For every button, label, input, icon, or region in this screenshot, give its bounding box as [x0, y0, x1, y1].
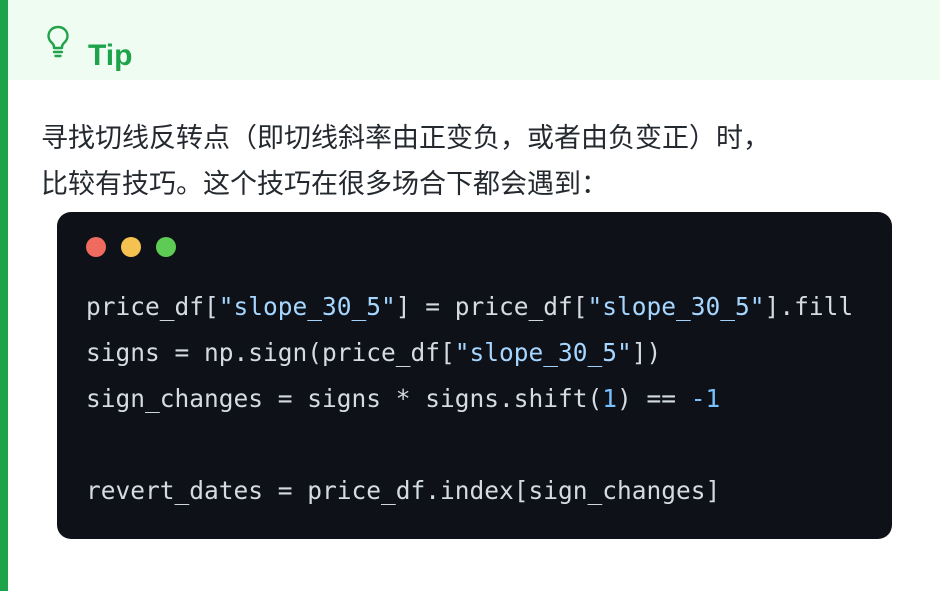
tip-admonition: Tip 寻找切线反转点（即切线斜率由正变负，或者由负变正）时， 比较有技巧。这个…	[0, 0, 940, 591]
code-line: price_df["slope_30_5"] = price_df["slope…	[86, 284, 853, 330]
code-string: "slope_30_5"	[454, 338, 632, 367]
minimize-dot-icon	[121, 237, 141, 257]
code-string: "slope_30_5"	[587, 292, 765, 321]
code-text: revert_dates = price_df.index[sign_chang…	[86, 476, 721, 505]
admonition-header: Tip	[8, 0, 940, 80]
maximize-dot-icon	[156, 237, 176, 257]
code-text: ] = price_df[	[395, 292, 588, 321]
code-text: ].fill	[764, 292, 854, 321]
code-block[interactable]: price_df["slope_30_5"] = price_df["slope…	[57, 212, 892, 539]
code-number: 1	[602, 384, 618, 413]
close-dot-icon	[86, 237, 106, 257]
code-text: signs = np.sign(price_df[	[86, 338, 455, 367]
code-number: -1	[690, 384, 721, 413]
code-line: revert_dates = price_df.index[sign_chang…	[86, 468, 853, 514]
code-text: ])	[631, 338, 662, 367]
code-line: sign_changes = signs * signs.shift(1) ==…	[86, 376, 853, 422]
code-line: signs = np.sign(price_df["slope_30_5"])	[86, 330, 853, 376]
code-string: "slope_30_5"	[218, 292, 396, 321]
tip-paragraph: 寻找切线反转点（即切线斜率由正变负，或者由负变正）时， 比较有技巧。这个技巧在很…	[41, 116, 921, 208]
lightbulb-icon	[47, 25, 69, 58]
code-text: ) ==	[617, 384, 691, 413]
code-content[interactable]: price_df["slope_30_5"] = price_df["slope…	[86, 284, 853, 514]
admonition-title: Tip	[88, 39, 133, 72]
paragraph-line-2: 比较有技巧。这个技巧在很多场合下都会遇到：	[41, 169, 608, 200]
paragraph-line-1: 寻找切线反转点（即切线斜率由正变负，或者由负变正）时，	[41, 123, 770, 154]
code-text: sign_changes = signs * signs.shift(	[86, 384, 603, 413]
code-text: price_df[	[86, 292, 219, 321]
